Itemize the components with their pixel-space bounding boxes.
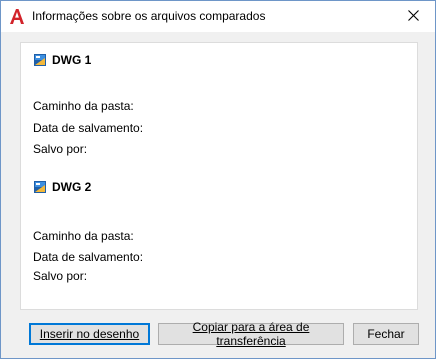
dwg1-folder-path-label: Caminho da pasta: xyxy=(33,99,134,113)
dwg1-saved-by-label: Salvo por: xyxy=(33,142,88,156)
dwg-file-icon xyxy=(34,54,46,66)
dwg2-header: DWG 2 xyxy=(34,180,91,194)
dwg1-save-date-label: Data de salvamento: xyxy=(33,121,144,135)
close-icon[interactable] xyxy=(407,9,419,24)
info-panel: DWG 1 Caminho da pasta: Data de salvamen… xyxy=(20,42,418,310)
close-button[interactable]: Fechar xyxy=(353,323,419,345)
dwg-file-icon xyxy=(34,181,46,193)
copy-button-label: Copiar para a área de transferência xyxy=(192,320,310,348)
dwg1-heading: DWG 1 xyxy=(52,53,92,67)
dwg2-save-date-label: Data de salvamento: xyxy=(33,250,144,264)
close-button-label: Fechar xyxy=(367,327,405,341)
window-title: Informações sobre os arquivos comparados xyxy=(32,9,266,23)
dwg2-folder-path-label: Caminho da pasta: xyxy=(33,229,134,243)
dwg1-header: DWG 1 xyxy=(34,53,91,67)
autocad-a-icon xyxy=(10,9,24,24)
insert-button-label: Inserir no desenho xyxy=(39,327,140,341)
dwg2-saved-by-label: Salvo por: xyxy=(33,269,88,283)
close-window-button[interactable] xyxy=(391,1,435,32)
insert-into-drawing-button[interactable]: Inserir no desenho xyxy=(29,323,150,345)
dialog-window: Informações sobre os arquivos comparados… xyxy=(0,0,436,359)
dwg2-heading: DWG 2 xyxy=(52,180,92,194)
copy-to-clipboard-button[interactable]: Copiar para a área de transferência xyxy=(158,320,344,348)
title-bar: Informações sobre os arquivos comparados xyxy=(1,1,435,32)
